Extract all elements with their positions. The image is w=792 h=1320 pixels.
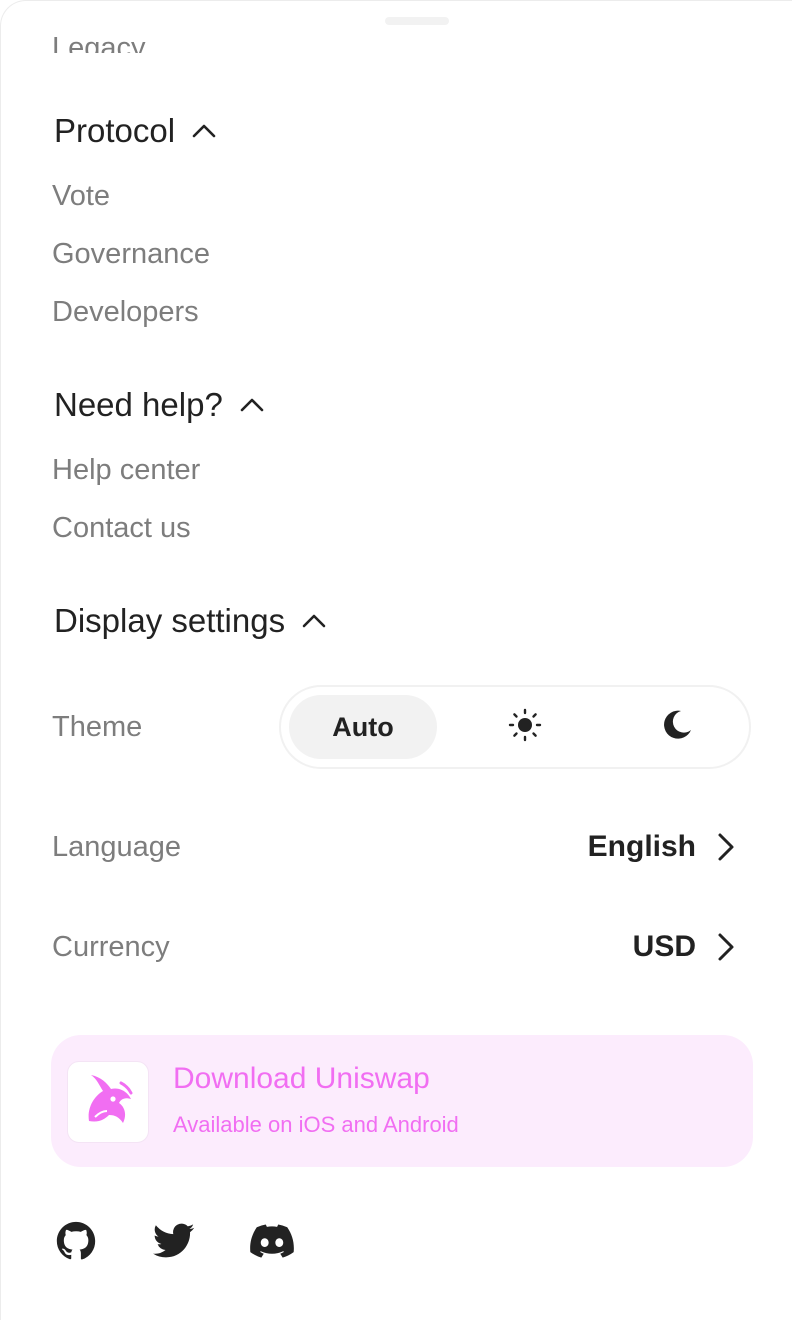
github-icon[interactable] (52, 1217, 100, 1265)
download-app-banner[interactable]: Download Uniswap Available on iOS and An… (51, 1035, 753, 1167)
drag-handle[interactable] (385, 17, 449, 25)
menu-link-help-center[interactable]: Help center (52, 450, 200, 490)
currency-selector[interactable]: USD (633, 925, 740, 969)
theme-toggle: Auto (279, 685, 751, 769)
currency-value: USD (632, 930, 696, 963)
discord-icon[interactable] (248, 1217, 296, 1265)
display-settings-toggle[interactable]: Display settings (54, 599, 327, 643)
theme-light-option[interactable] (451, 695, 599, 759)
twitter-icon[interactable] (150, 1217, 198, 1265)
protocol-section-title: Protocol (54, 112, 176, 149)
menu-link-contact-us[interactable]: Contact us (52, 508, 191, 548)
help-section-title: Need help? (54, 386, 223, 423)
chevron-right-icon (714, 932, 740, 962)
theme-auto-option[interactable]: Auto (289, 695, 437, 759)
menu-link-vote[interactable]: Vote (52, 176, 110, 216)
download-subtitle: Available on iOS and Android (173, 1112, 459, 1137)
sun-icon (508, 708, 542, 747)
chevron-up-icon (301, 608, 327, 634)
menu-drawer: Legacy Protocol Vote Governance Develope… (0, 0, 792, 1320)
language-label: Language (52, 831, 182, 863)
language-value: English (587, 830, 696, 863)
theme-label: Theme (52, 711, 143, 743)
chevron-right-icon (714, 832, 740, 862)
protocol-section-toggle[interactable]: Protocol (54, 109, 217, 153)
menu-link-developers[interactable]: Developers (52, 292, 199, 332)
display-settings-title: Display settings (54, 602, 286, 639)
chevron-up-icon (239, 392, 265, 418)
help-section-toggle[interactable]: Need help? (54, 383, 265, 427)
currency-label: Currency (52, 931, 170, 963)
theme-dark-option[interactable] (603, 695, 751, 759)
chevron-up-icon (191, 118, 217, 144)
theme-auto-label: Auto (332, 711, 394, 742)
moon-icon (660, 708, 694, 747)
uniswap-logo (67, 1061, 149, 1143)
language-selector[interactable]: English (588, 825, 740, 869)
clipped-menu-item[interactable]: Legacy (52, 23, 146, 53)
download-title: Download Uniswap (173, 1062, 430, 1095)
menu-link-governance[interactable]: Governance (52, 234, 210, 274)
